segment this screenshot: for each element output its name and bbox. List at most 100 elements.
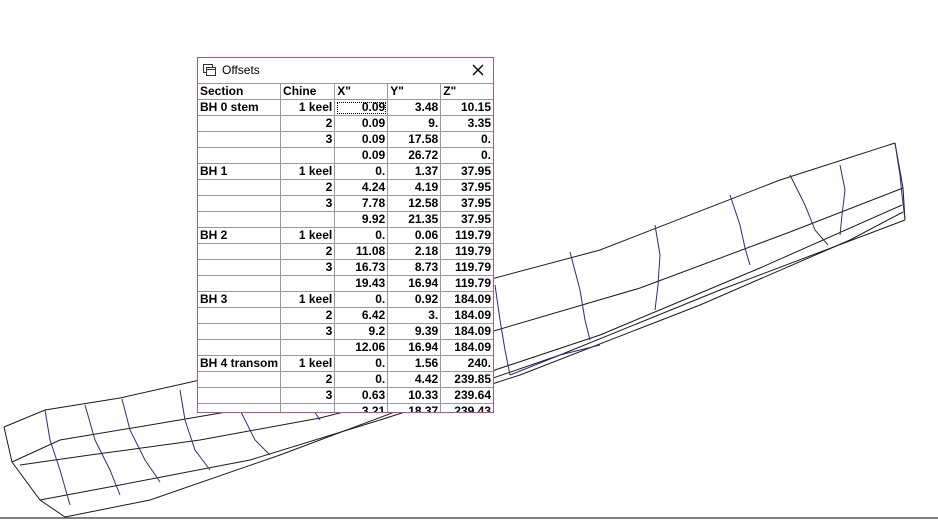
cell-x[interactable]: 0. xyxy=(334,291,389,308)
cell-chine[interactable]: 2 xyxy=(280,115,336,132)
cell-chine[interactable]: 1 keel xyxy=(280,163,336,180)
column-header-y[interactable]: Y" xyxy=(387,83,442,100)
cell-y[interactable]: 18.37 xyxy=(387,403,442,412)
cell-section[interactable] xyxy=(198,147,282,164)
cell-z[interactable]: 119.79 xyxy=(440,227,493,244)
cell-z[interactable]: 119.79 xyxy=(440,275,493,292)
cell-y[interactable]: 26.72 xyxy=(387,147,442,164)
cell-z[interactable]: 240. xyxy=(440,355,493,372)
cell-y[interactable]: 10.33 xyxy=(387,387,442,404)
cell-y[interactable]: 3. xyxy=(387,307,442,324)
cell-z[interactable]: 184.09 xyxy=(440,323,493,340)
cell-chine[interactable]: 3 xyxy=(280,259,336,276)
close-icon[interactable] xyxy=(469,61,487,79)
cell-z[interactable]: 119.79 xyxy=(440,259,493,276)
cell-z[interactable]: 37.95 xyxy=(440,179,493,196)
cell-x[interactable]: 0.09 xyxy=(334,115,389,132)
cell-z[interactable]: 184.09 xyxy=(440,291,493,308)
cell-y[interactable]: 4.19 xyxy=(387,179,442,196)
offsets-title-bar[interactable]: Offsets xyxy=(198,58,493,83)
cell-z[interactable]: 184.09 xyxy=(440,339,493,356)
cell-y[interactable]: 8.73 xyxy=(387,259,442,276)
cell-y[interactable]: 1.56 xyxy=(387,355,442,372)
cell-z[interactable]: 239.64 xyxy=(440,387,493,404)
column-header-section[interactable]: Section xyxy=(198,83,282,100)
offsets-window[interactable]: Offsets Section Chine X" Y" Z" BH 0 stem… xyxy=(197,57,494,413)
cell-y[interactable]: 4.42 xyxy=(387,371,442,388)
cell-y[interactable]: 16.94 xyxy=(387,339,442,356)
cell-section[interactable] xyxy=(198,259,282,276)
cell-section[interactable] xyxy=(198,131,282,148)
cell-y[interactable]: 1.37 xyxy=(387,163,442,180)
cell-chine[interactable] xyxy=(280,211,336,228)
cell-x[interactable]: 12.06 xyxy=(334,339,389,356)
cell-section[interactable] xyxy=(198,387,282,404)
cell-x[interactable]: 11.08 xyxy=(334,243,389,260)
cell-section[interactable] xyxy=(198,115,282,132)
cell-x[interactable]: 0. xyxy=(334,355,389,372)
cell-section[interactable]: BH 0 stem xyxy=(198,99,282,116)
cell-y[interactable]: 12.58 xyxy=(387,195,442,212)
cell-z[interactable]: 184.09 xyxy=(440,307,493,324)
cell-chine[interactable]: 3 xyxy=(280,195,336,212)
column-header-z[interactable]: Z" xyxy=(440,83,493,100)
cell-chine[interactable] xyxy=(280,275,336,292)
cell-section[interactable] xyxy=(198,403,282,412)
cell-z[interactable]: 239.85 xyxy=(440,371,493,388)
cell-y[interactable]: 17.58 xyxy=(387,131,442,148)
cell-y[interactable]: 16.94 xyxy=(387,275,442,292)
cell-x[interactable]: 0.09 xyxy=(334,147,389,164)
column-header-x[interactable]: X" xyxy=(334,83,389,100)
cell-x[interactable]: 0.09 xyxy=(334,99,389,116)
cell-section[interactable]: BH 3 xyxy=(198,291,282,308)
cell-x[interactable]: 0. xyxy=(334,163,389,180)
cell-section[interactable] xyxy=(198,243,282,260)
cell-section[interactable] xyxy=(198,179,282,196)
cell-chine[interactable]: 3 xyxy=(280,131,336,148)
cell-section[interactable] xyxy=(198,211,282,228)
cell-x[interactable]: 4.24 xyxy=(334,179,389,196)
cell-z[interactable]: 37.95 xyxy=(440,195,493,212)
cell-y[interactable]: 0.92 xyxy=(387,291,442,308)
cell-x[interactable]: 7.78 xyxy=(334,195,389,212)
cell-section[interactable] xyxy=(198,339,282,356)
cell-z[interactable]: 119.79 xyxy=(440,243,493,260)
cell-x[interactable]: 0. xyxy=(334,227,389,244)
cell-x[interactable]: 3.21 xyxy=(334,403,389,412)
cell-section[interactable]: BH 1 xyxy=(198,163,282,180)
cell-x[interactable]: 0.09 xyxy=(334,131,389,148)
cell-z[interactable]: 239.43 xyxy=(440,403,493,412)
cell-section[interactable] xyxy=(198,195,282,212)
cell-z[interactable]: 37.95 xyxy=(440,163,493,180)
cell-chine[interactable]: 1 keel xyxy=(280,291,336,308)
column-header-chine[interactable]: Chine xyxy=(280,83,336,100)
cell-y[interactable]: 9. xyxy=(387,115,442,132)
cell-section[interactable] xyxy=(198,323,282,340)
cell-chine[interactable]: 2 xyxy=(280,179,336,196)
cell-section[interactable]: BH 4 transom xyxy=(198,355,282,372)
cell-chine[interactable]: 1 keel xyxy=(280,99,336,116)
cell-y[interactable]: 2.18 xyxy=(387,243,442,260)
cell-chine[interactable]: 1 keel xyxy=(280,227,336,244)
cell-x[interactable]: 0. xyxy=(334,371,389,388)
cell-chine[interactable]: 2 xyxy=(280,371,336,388)
cell-x[interactable]: 6.42 xyxy=(334,307,389,324)
cell-chine[interactable]: 2 xyxy=(280,307,336,324)
cell-x[interactable]: 9.92 xyxy=(334,211,389,228)
cell-y[interactable]: 9.39 xyxy=(387,323,442,340)
cell-y[interactable]: 3.48 xyxy=(387,99,442,116)
cell-chine[interactable] xyxy=(280,147,336,164)
cell-chine[interactable] xyxy=(280,339,336,356)
cell-section[interactable]: BH 2 xyxy=(198,227,282,244)
cell-z[interactable]: 37.95 xyxy=(440,211,493,228)
cell-x[interactable]: 19.43 xyxy=(334,275,389,292)
cell-z[interactable]: 0. xyxy=(440,131,493,148)
cell-section[interactable] xyxy=(198,307,282,324)
cell-chine[interactable]: 2 xyxy=(280,243,336,260)
cell-chine[interactable]: 3 xyxy=(280,387,336,404)
cell-y[interactable]: 0.06 xyxy=(387,227,442,244)
cell-z[interactable]: 10.15 xyxy=(440,99,493,116)
cell-chine[interactable] xyxy=(280,403,336,412)
cell-chine[interactable]: 1 keel xyxy=(280,355,336,372)
cell-section[interactable] xyxy=(198,275,282,292)
